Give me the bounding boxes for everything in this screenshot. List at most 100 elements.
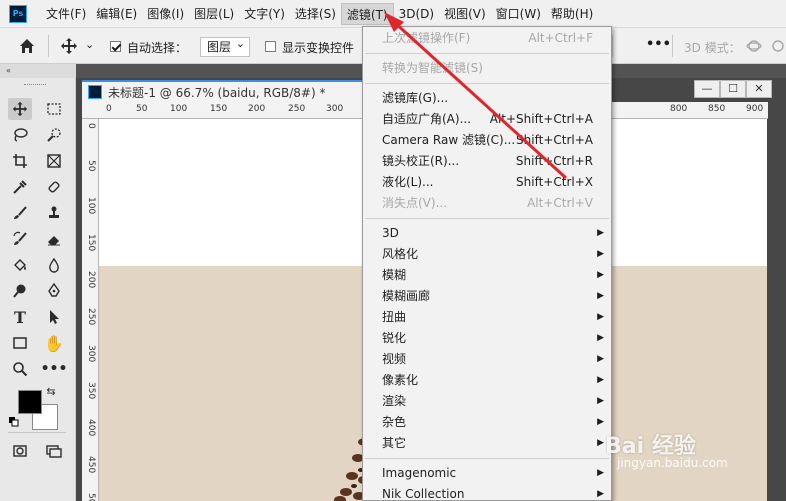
- menu-item[interactable]: 图层(L): [189, 3, 239, 25]
- ruler-tick-label: 200: [248, 104, 266, 114]
- filter-menu-item-label: 扭曲: [382, 310, 407, 324]
- screen-mode-icon[interactable]: [42, 440, 66, 462]
- auto-select-target-dropdown[interactable]: 图层: [200, 35, 250, 57]
- menu-item[interactable]: 3D(D): [394, 3, 439, 25]
- chevron-down-icon[interactable]: ⌄: [85, 38, 94, 51]
- quick-mask-icon[interactable]: [8, 440, 32, 462]
- auto-select-label: 自动选择：: [127, 41, 188, 55]
- vertical-scrollbar[interactable]: [768, 102, 786, 501]
- filter-menu-item[interactable]: 模糊画廊 ▶: [364, 286, 610, 307]
- default-colors-icon[interactable]: [8, 416, 20, 428]
- filter-menu-item[interactable]: 滤镜库(G)...: [364, 88, 610, 109]
- marquee-tool-icon[interactable]: [42, 98, 66, 120]
- hand-tool-icon[interactable]: ✋: [42, 332, 66, 354]
- filter-menu-item[interactable]: 杂色 ▶: [364, 412, 610, 433]
- submenu-arrow-icon: ▶: [597, 291, 604, 301]
- menu-item[interactable]: 编辑(E): [91, 3, 142, 25]
- more-options-icon[interactable]: •••: [646, 37, 671, 52]
- filter-menu-item-label: 转换为智能滤镜(S): [382, 61, 483, 75]
- filter-menu-item-label: 其它: [382, 436, 407, 450]
- vertical-ruler[interactable]: 0 50 100 150 200 250 300 350 400 450 500: [82, 119, 99, 501]
- window-controls: — ☐ ✕: [694, 80, 772, 98]
- photoshop-logo[interactable]: Ps: [9, 4, 27, 23]
- menu-item[interactable]: 图像(I): [142, 3, 189, 25]
- move-tool-icon[interactable]: [60, 37, 78, 58]
- history-brush-tool-icon[interactable]: [8, 228, 32, 250]
- filter-menu-item[interactable]: Camera Raw 滤镜(C)... Shift+Ctrl+A: [364, 130, 610, 151]
- filter-menu-item-label: 模糊: [382, 268, 407, 282]
- filter-menu-item[interactable]: Imagenomic ▶: [364, 463, 610, 484]
- filter-menu-item[interactable]: 3D ▶: [364, 223, 610, 244]
- filter-menu-item[interactable]: 其它 ▶: [364, 433, 610, 454]
- blur-tool-icon[interactable]: [42, 254, 66, 276]
- auto-select-checkbox[interactable]: [110, 41, 121, 52]
- ruler-tick-label: 350: [86, 382, 96, 400]
- filter-menu-item[interactable]: 渲染 ▶: [364, 391, 610, 412]
- divider: [8, 432, 66, 433]
- filter-menu-item[interactable]: 镜头校正(R)... Shift+Ctrl+R: [364, 151, 610, 172]
- filter-menu-item[interactable]: 锐化 ▶: [364, 328, 610, 349]
- filter-menu-item[interactable]: 风格化 ▶: [364, 244, 610, 265]
- home-icon[interactable]: [18, 37, 36, 58]
- show-transform-label: 显示变换控件: [282, 41, 355, 55]
- pen-tool-icon[interactable]: [42, 280, 66, 302]
- submenu-arrow-icon: ▶: [597, 417, 604, 427]
- filter-menu-item: 转换为智能滤镜(S): [364, 58, 610, 79]
- document-tab[interactable]: 未标题-1 @ 66.7% (baidu, RGB/8#) *: [82, 80, 382, 102]
- quick-select-tool-icon[interactable]: [42, 124, 66, 146]
- eraser-tool-icon[interactable]: [42, 228, 66, 250]
- filter-menu-item[interactable]: Nik Collection ▶: [364, 484, 610, 501]
- shortcut-label: Alt+Ctrl+V: [527, 196, 593, 210]
- submenu-arrow-icon: ▶: [597, 375, 604, 385]
- frame-tool-icon[interactable]: [42, 150, 66, 172]
- filter-menu-item-label: 风格化: [382, 247, 419, 261]
- menu-item[interactable]: 文件(F): [41, 3, 91, 25]
- rectangle-tool-icon[interactable]: [8, 332, 32, 354]
- ruler-tick-label: 0: [86, 123, 96, 129]
- zoom-tool-icon[interactable]: [8, 358, 32, 380]
- type-tool-icon[interactable]: T: [8, 306, 32, 328]
- move-tool-icon[interactable]: [8, 98, 32, 120]
- watermark-url: jingyan.baidu.com: [617, 456, 728, 470]
- menu-item[interactable]: 窗口(W): [491, 3, 546, 25]
- brush-tool-icon[interactable]: [8, 202, 32, 224]
- shortcut-label: Shift+Ctrl+X: [516, 175, 593, 189]
- ruler-tick-label: 250: [86, 308, 96, 326]
- paint-bucket-tool-icon[interactable]: [8, 254, 32, 276]
- menu-item[interactable]: 视图(V): [439, 3, 491, 25]
- ruler-tick-label: 0: [106, 104, 112, 114]
- panel-collapse-strip[interactable]: «: [0, 64, 76, 78]
- healing-brush-tool-icon[interactable]: [42, 176, 66, 198]
- tools-panel: T ✋ ••• ⇆: [0, 78, 76, 501]
- edit-toolbar-icon[interactable]: •••: [41, 358, 68, 380]
- menu-item[interactable]: 滤镜(T): [340, 2, 394, 25]
- dodge-tool-icon[interactable]: [8, 280, 32, 302]
- filter-menu-item[interactable]: 视频 ▶: [364, 349, 610, 370]
- orbit-3d-icon[interactable]: [746, 38, 762, 57]
- toolbar-grip[interactable]: [24, 84, 46, 86]
- submenu-arrow-icon: ▶: [597, 333, 604, 343]
- path-selection-tool-icon[interactable]: [42, 306, 66, 328]
- close-button[interactable]: ✕: [746, 80, 772, 98]
- swap-colors-icon[interactable]: ⇆: [44, 384, 58, 398]
- filter-menu-item[interactable]: 模糊 ▶: [364, 265, 610, 286]
- lasso-tool-icon[interactable]: [8, 124, 32, 146]
- restore-button[interactable]: ☐: [720, 80, 746, 98]
- filter-menu-item: 消失点(V)... Alt+Ctrl+V: [364, 193, 610, 214]
- minimize-button[interactable]: —: [694, 80, 720, 98]
- filter-menu-item[interactable]: 液化(L)... Shift+Ctrl+X: [364, 172, 610, 193]
- ruler-tick-label: 850: [708, 104, 726, 114]
- show-transform-checkbox[interactable]: [265, 41, 276, 52]
- menu-item[interactable]: 选择(S): [290, 3, 341, 25]
- filter-menu-item-label: 渲染: [382, 394, 407, 408]
- menu-item[interactable]: 帮助(H): [546, 3, 598, 25]
- filter-menu-item[interactable]: 自适应广角(A)... Alt+Shift+Ctrl+A: [364, 109, 610, 130]
- roll-3d-icon[interactable]: [770, 38, 786, 57]
- foreground-color-swatch[interactable]: [18, 390, 42, 414]
- eyedropper-tool-icon[interactable]: [8, 176, 32, 198]
- crop-tool-icon[interactable]: [8, 150, 32, 172]
- filter-menu-item[interactable]: 像素化 ▶: [364, 370, 610, 391]
- clone-stamp-tool-icon[interactable]: [42, 202, 66, 224]
- menu-item[interactable]: 文字(Y): [239, 3, 290, 25]
- filter-menu-item[interactable]: 扭曲 ▶: [364, 307, 610, 328]
